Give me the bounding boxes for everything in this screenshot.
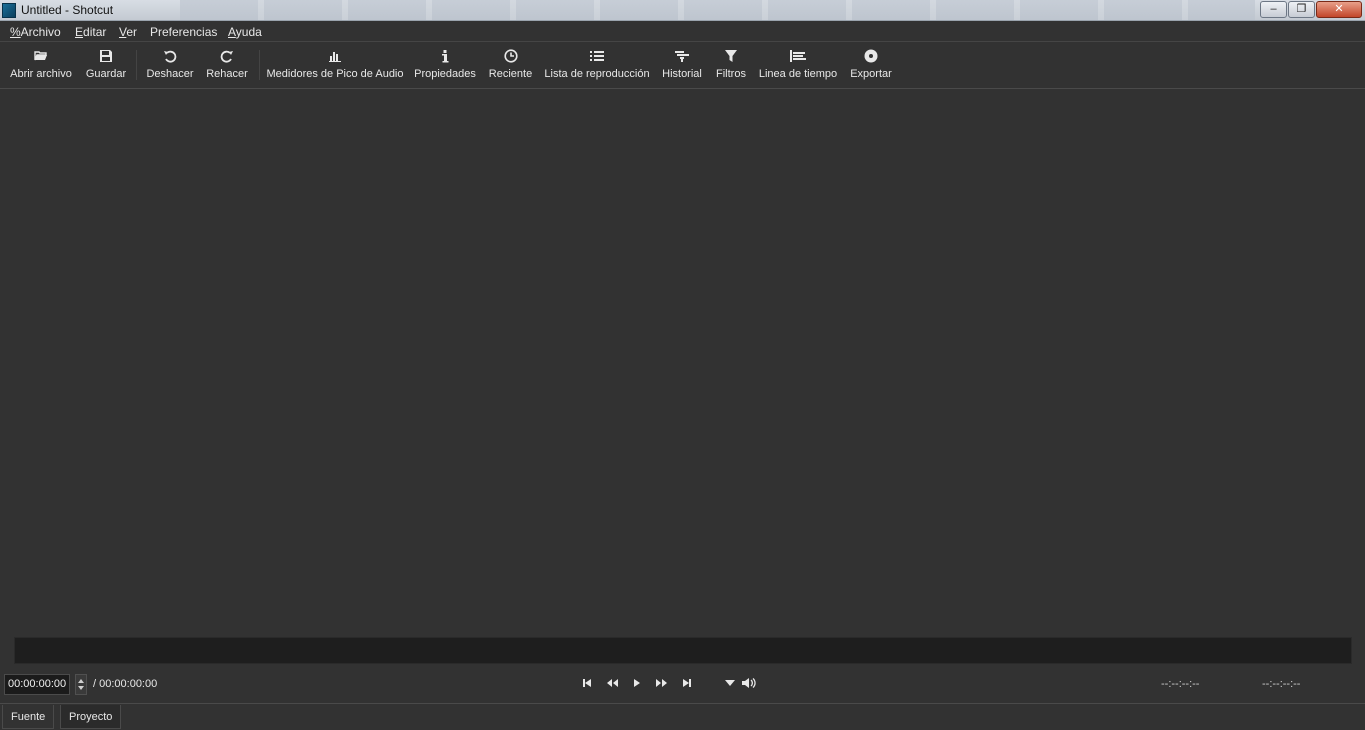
position-timecode-input[interactable]: 00:00:00:00 bbox=[4, 674, 70, 695]
playlist-button[interactable]: Lista de reproducción bbox=[544, 48, 650, 86]
clock-icon bbox=[503, 48, 519, 64]
close-button[interactable]: ✕ bbox=[1316, 1, 1362, 18]
menu-edit-mnemonic: E bbox=[75, 25, 84, 39]
rewind-icon bbox=[606, 679, 618, 687]
playlist-label: Lista de reproducción bbox=[544, 68, 650, 80]
recent-label: Reciente bbox=[488, 68, 533, 80]
open-file-label: Abrir archivo bbox=[10, 68, 72, 80]
title-bar[interactable]: Untitled - Shotcut – ❐ ✕ bbox=[0, 0, 1365, 21]
toolbar-separator bbox=[259, 50, 260, 80]
redo-button[interactable]: Rehacer bbox=[206, 48, 248, 86]
properties-button[interactable]: Propiedades bbox=[414, 48, 476, 86]
volume-button[interactable] bbox=[741, 676, 757, 690]
minimize-button[interactable]: – bbox=[1260, 1, 1287, 18]
redo-icon bbox=[219, 48, 235, 64]
save-icon bbox=[98, 48, 114, 64]
player-tabs: Fuente Proyecto bbox=[0, 703, 1365, 730]
menu-preferences-label: Preferencias bbox=[150, 25, 218, 39]
export-disc-icon bbox=[863, 48, 879, 64]
timeline-button[interactable]: Linea de tiempo bbox=[759, 48, 837, 86]
history-icon bbox=[674, 48, 690, 64]
skip-to-start-button[interactable] bbox=[579, 676, 595, 690]
duration-timecode: / 00:00:00:00 bbox=[93, 678, 158, 690]
history-button[interactable]: Historial bbox=[661, 48, 703, 86]
skip-previous-icon bbox=[583, 679, 591, 687]
tab-project[interactable]: Proyecto bbox=[60, 705, 122, 729]
menu-file[interactable]: %Archivo bbox=[10, 25, 61, 39]
background-taskbar-strip bbox=[180, 0, 1255, 20]
menu-file-mnemonic: % bbox=[10, 25, 21, 39]
export-button[interactable]: Exportar bbox=[848, 48, 894, 86]
undo-label: Deshacer bbox=[146, 68, 194, 80]
tab-source[interactable]: Fuente bbox=[2, 705, 55, 729]
menu-view[interactable]: Ver bbox=[119, 25, 137, 39]
fast-forward-button[interactable] bbox=[653, 676, 669, 690]
timeline-scrubber[interactable] bbox=[14, 637, 1352, 664]
skip-next-icon bbox=[683, 679, 691, 687]
skip-to-end-button[interactable] bbox=[679, 676, 695, 690]
menu-help-mnemonic: A bbox=[228, 25, 236, 39]
undo-icon bbox=[162, 48, 178, 64]
volume-icon bbox=[742, 678, 756, 688]
menu-preferences[interactable]: Preferencias bbox=[150, 25, 217, 39]
player-viewport[interactable] bbox=[0, 90, 1365, 635]
out-point-timecode: --:--:--:-- bbox=[1262, 678, 1301, 690]
undo-button[interactable]: Deshacer bbox=[146, 48, 194, 86]
recent-button[interactable]: Reciente bbox=[488, 48, 533, 86]
menu-help[interactable]: Ayuda bbox=[228, 25, 262, 39]
filter-icon bbox=[723, 48, 739, 64]
menu-help-label: yuda bbox=[235, 25, 262, 39]
window-title: Untitled - Shotcut bbox=[21, 3, 114, 17]
list-icon bbox=[589, 48, 605, 64]
save-label: Guardar bbox=[85, 68, 127, 80]
rewind-button[interactable] bbox=[604, 676, 620, 690]
fast-forward-icon bbox=[655, 679, 667, 687]
shotcut-app-icon[interactable] bbox=[2, 3, 16, 18]
play-button[interactable] bbox=[629, 676, 645, 690]
save-button[interactable]: Guardar bbox=[85, 48, 127, 86]
menu-file-label: Archivo bbox=[20, 25, 61, 39]
properties-label: Propiedades bbox=[414, 68, 476, 80]
audio-peak-meter-button[interactable]: Medidores de Pico de Audio bbox=[266, 48, 404, 86]
export-label: Exportar bbox=[850, 68, 892, 80]
menu-view-label: er bbox=[126, 25, 138, 39]
in-point-timecode: --:--:--:-- bbox=[1161, 678, 1200, 690]
history-label: Historial bbox=[662, 68, 702, 80]
info-icon bbox=[437, 48, 453, 64]
player-options-dropdown[interactable] bbox=[722, 676, 738, 690]
play-icon bbox=[634, 679, 640, 687]
audio-peak-meter-label: Medidores de Pico de Audio bbox=[266, 68, 404, 80]
open-file-button[interactable]: Abrir archivo bbox=[9, 48, 73, 86]
timeline-label: Linea de tiempo bbox=[758, 68, 838, 80]
folder-open-icon bbox=[33, 48, 49, 64]
position-spinner[interactable] bbox=[75, 674, 87, 695]
main-toolbar: Abrir archivo Guardar Deshacer Rehacer M… bbox=[0, 42, 1365, 89]
redo-label: Rehacer bbox=[206, 68, 248, 80]
audio-meter-icon bbox=[327, 48, 343, 64]
menu-edit-label: ditar bbox=[83, 25, 107, 39]
timeline-icon bbox=[790, 48, 806, 64]
filters-label: Filtros bbox=[716, 68, 746, 80]
toolbar-separator bbox=[136, 50, 137, 80]
chevron-down-icon bbox=[725, 680, 735, 686]
spin-up-icon[interactable] bbox=[78, 679, 84, 683]
maximize-button[interactable]: ❐ bbox=[1288, 1, 1315, 18]
menu-edit[interactable]: Editar bbox=[75, 25, 106, 39]
filters-button[interactable]: Filtros bbox=[714, 48, 748, 86]
spin-down-icon[interactable] bbox=[78, 686, 84, 690]
menu-bar: %Archivo Editar Ver Preferencias Ayuda bbox=[0, 21, 1365, 42]
